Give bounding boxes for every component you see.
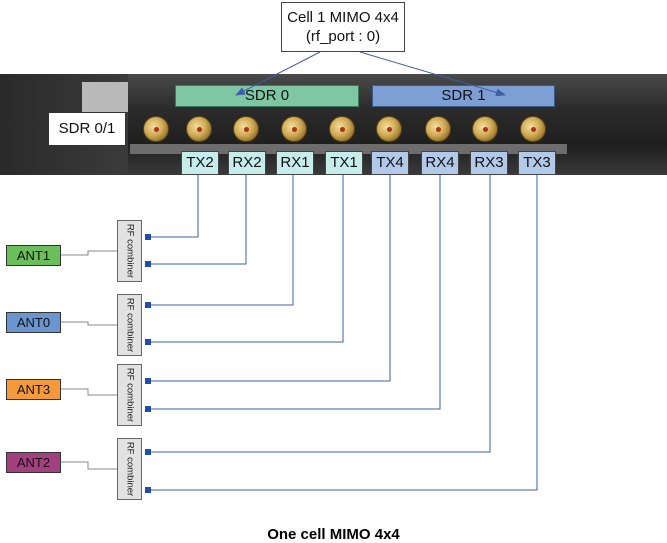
port-tx2: TX2	[181, 151, 219, 175]
port-rx4: RX4	[421, 151, 459, 175]
combiner-port	[145, 406, 151, 412]
port-tx4: TX4	[371, 151, 409, 175]
antenna-ant0: ANT0	[6, 312, 61, 333]
combiner-port	[145, 449, 151, 455]
antenna-ant1: ANT1	[6, 245, 61, 266]
combiner-port	[145, 378, 151, 384]
wire-ant1	[61, 250, 117, 256]
port-tx3: TX3	[518, 151, 556, 175]
wire-ant0	[61, 321, 117, 326]
antenna-ant2: ANT2	[6, 452, 61, 473]
wire-tx4	[151, 175, 391, 382]
wire-rx3	[151, 175, 491, 453]
combiner-port	[145, 234, 151, 240]
wire-rx4	[151, 175, 441, 410]
arrow-to-sdr1	[359, 51, 506, 97]
combiner-port	[145, 302, 151, 308]
port-rx1: RX1	[276, 151, 314, 175]
rf-combiner-3: RF combiner	[117, 364, 142, 426]
wire-tx3	[151, 175, 538, 491]
rf-combiner-4: RF combiner	[117, 438, 142, 500]
wire-tx2	[151, 175, 199, 238]
rf-combiner-2: RF combiner	[117, 294, 142, 356]
port-rx3: RX3	[470, 151, 508, 175]
wire-tx1	[151, 175, 344, 343]
wire-ant3	[61, 388, 117, 396]
rf-combiner-label: RF combiner	[124, 367, 135, 423]
wire-ant2	[61, 461, 117, 470]
port-rx2: RX2	[228, 151, 266, 175]
arrow-to-sdr0	[235, 51, 321, 96]
combiner-port	[145, 339, 151, 345]
combiner-port	[145, 487, 151, 493]
rf-combiner-label: RF combiner	[124, 441, 135, 497]
combiner-port	[145, 261, 151, 267]
port-tx1: TX1	[325, 151, 363, 175]
rf-combiner-label: RF combiner	[124, 297, 135, 353]
wire-rx1	[151, 175, 294, 306]
connection-lines	[61, 51, 538, 491]
antenna-ant3: ANT3	[6, 379, 61, 400]
rf-combiner-1: RF combiner	[117, 220, 142, 282]
rf-combiner-label: RF combiner	[124, 223, 135, 279]
diagram-caption: One cell MIMO 4x4	[267, 526, 400, 543]
